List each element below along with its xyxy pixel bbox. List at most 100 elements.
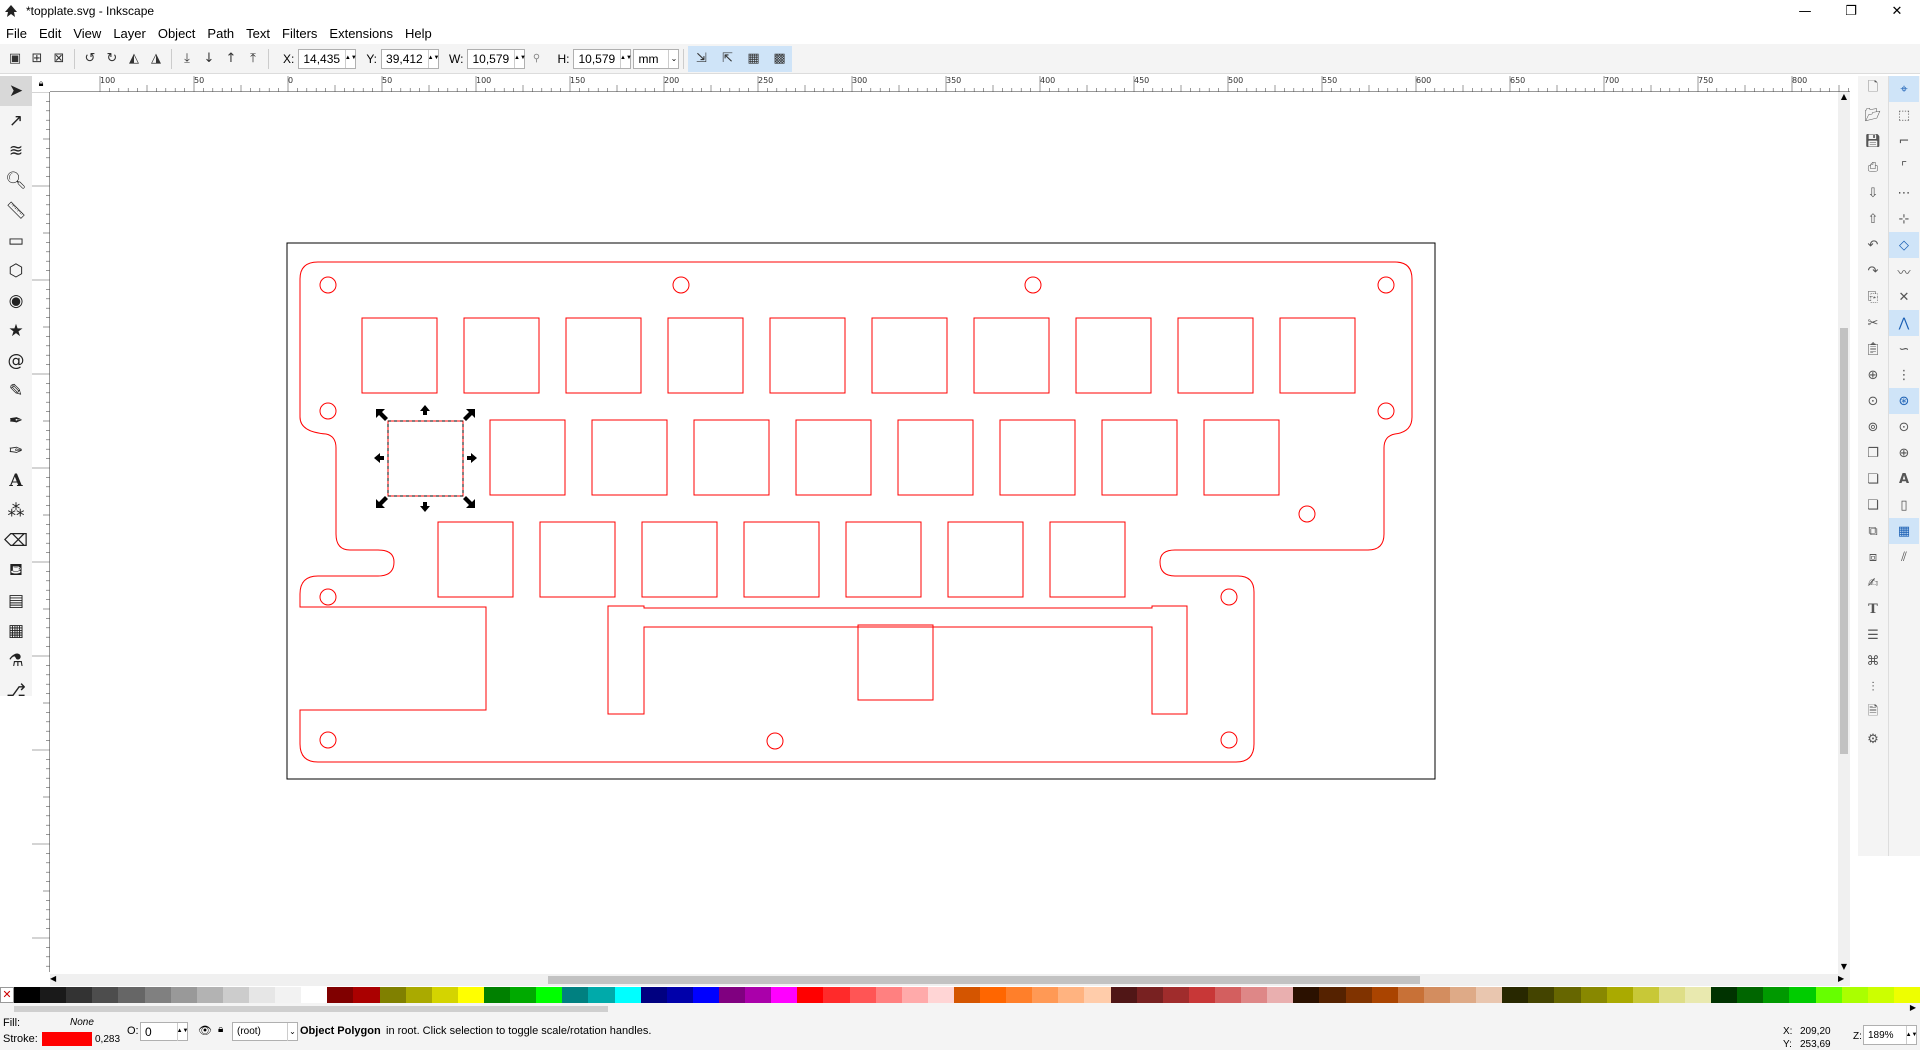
text-tool-icon[interactable]: A xyxy=(0,466,32,496)
h-stepper[interactable]: ▲▼ xyxy=(620,49,632,68)
save-icon[interactable]: 💾︎ xyxy=(1858,128,1888,154)
color-swatch[interactable] xyxy=(457,987,484,1003)
color-swatch[interactable] xyxy=(692,987,719,1003)
h-input[interactable]: 10,579 ▲▼ xyxy=(573,48,632,69)
raise-to-top-icon[interactable]: ⤒ xyxy=(242,48,264,70)
raise-icon[interactable]: ↑ xyxy=(220,48,242,70)
rectangle-tool-icon[interactable]: ▭ xyxy=(0,226,32,256)
snap-bbox-icon[interactable]: ⬚ xyxy=(1889,102,1919,128)
scroll-left-icon[interactable]: ◀ xyxy=(50,974,62,986)
horizontal-scroll-thumb[interactable] xyxy=(548,976,1420,984)
snap-bbox-midpoint-icon[interactable]: ⋯ xyxy=(1889,180,1919,206)
scroll-down-icon[interactable]: ▼ xyxy=(1838,962,1850,974)
layer-select[interactable]: (root) ⌄ xyxy=(232,1022,298,1041)
snap-cusp-icon[interactable]: ⋀ xyxy=(1889,310,1919,336)
color-swatch[interactable] xyxy=(1293,987,1320,1003)
align-distribute-icon[interactable]: ⫶ xyxy=(1858,674,1888,700)
color-swatch[interactable] xyxy=(1580,987,1607,1003)
color-swatch[interactable] xyxy=(327,987,354,1003)
menu-file[interactable]: File xyxy=(0,26,33,41)
select-all-layers-icon[interactable]: ⊞ xyxy=(26,48,48,70)
gradient-tool-icon[interactable]: ▤ xyxy=(0,586,32,616)
zoom-page-icon[interactable]: ⊚ xyxy=(1858,414,1888,440)
color-swatch[interactable] xyxy=(536,987,563,1003)
color-swatch[interactable] xyxy=(1815,987,1842,1003)
unit-select[interactable]: mm ⌄ xyxy=(633,48,680,69)
transform-gradients-icon[interactable]: ▦ xyxy=(740,45,767,72)
menu-view[interactable]: View xyxy=(67,26,107,41)
calligraphy-tool-icon[interactable]: ✑ xyxy=(0,436,32,466)
snap-grid-icon[interactable]: ▦ xyxy=(1889,518,1919,544)
snap-page-border-icon[interactable]: ▯ xyxy=(1889,492,1919,518)
snap-bbox-corner-icon[interactable]: ⌜ xyxy=(1889,154,1919,180)
snap-center-icon[interactable]: ⊙ xyxy=(1889,414,1919,440)
spiral-tool-icon[interactable]: @ xyxy=(0,346,32,376)
scale-stroke-icon[interactable]: ⇲ xyxy=(688,45,715,72)
color-swatch[interactable] xyxy=(510,987,537,1003)
unlink-clone-icon[interactable]: ❑ xyxy=(1858,492,1888,518)
color-swatch[interactable] xyxy=(718,987,746,1003)
eye-icon[interactable]: 👁︎ xyxy=(198,1024,212,1037)
w-input[interactable]: 10,579 ▲▼ xyxy=(467,48,526,69)
node-tool-icon[interactable]: ↗ xyxy=(0,106,32,136)
ellipse-tool-icon[interactable]: ◉ xyxy=(0,286,32,316)
flip-horizontal-icon[interactable]: ◭ xyxy=(123,48,145,70)
pencil-tool-icon[interactable]: ✎ xyxy=(0,376,32,406)
stroke-width[interactable]: 0,283 xyxy=(95,1034,120,1045)
color-swatch[interactable] xyxy=(14,987,41,1003)
menu-text[interactable]: Text xyxy=(240,26,276,41)
paint-bucket-tool-icon[interactable]: ⛾ xyxy=(0,556,32,586)
eraser-tool-icon[interactable]: ⌫ xyxy=(0,526,32,556)
color-swatch[interactable] xyxy=(248,987,276,1003)
color-swatch[interactable] xyxy=(771,987,798,1003)
color-swatch[interactable] xyxy=(1136,987,1163,1003)
color-swatch[interactable] xyxy=(1371,987,1398,1003)
dropper-tool-icon[interactable]: ⚗ xyxy=(0,646,32,676)
snap-rotation-center-icon[interactable]: ⊕ xyxy=(1889,440,1919,466)
transform-patterns-icon[interactable]: ▩ xyxy=(766,45,793,72)
snap-guides-icon[interactable]: ⫽ xyxy=(1889,544,1919,570)
color-swatch[interactable] xyxy=(1423,987,1451,1003)
rotate-cw-icon[interactable]: ↻ xyxy=(101,48,123,70)
menu-edit[interactable]: Edit xyxy=(33,26,67,41)
color-swatch[interactable] xyxy=(640,987,667,1003)
color-swatch[interactable] xyxy=(1345,987,1372,1003)
lower-icon[interactable]: ↓ xyxy=(198,48,220,70)
ungroup-icon[interactable]: ⧈ xyxy=(1858,544,1888,570)
color-swatch[interactable] xyxy=(1476,987,1503,1003)
connector-tool-icon[interactable]: ⎇ xyxy=(0,676,32,706)
snap-smooth-icon[interactable]: ∽ xyxy=(1889,336,1919,362)
color-swatch[interactable] xyxy=(1711,987,1738,1003)
color-swatch[interactable] xyxy=(1685,987,1712,1003)
stroke-swatch[interactable] xyxy=(42,1032,92,1046)
color-swatch[interactable] xyxy=(92,987,119,1003)
y-input[interactable]: 39,412 ▲▼ xyxy=(381,48,439,69)
snap-others-icon[interactable]: ⊛ xyxy=(1889,388,1919,414)
palette-scrollbar[interactable]: ▶ xyxy=(0,1003,1920,1015)
scale-corners-icon[interactable]: ⇱ xyxy=(714,45,741,72)
snap-bbox-center-icon[interactable]: ⊹ xyxy=(1889,206,1919,232)
paste-icon[interactable]: 📋︎ xyxy=(1858,336,1888,362)
select-all-icon[interactable]: ▣ xyxy=(4,48,26,70)
zoom-stepper[interactable]: ▲▼ xyxy=(1906,1026,1917,1044)
zoom-selection-icon[interactable]: ⊕ xyxy=(1858,362,1888,388)
menu-filters[interactable]: Filters xyxy=(276,26,323,41)
minimize-button[interactable]: — xyxy=(1782,0,1828,22)
color-swatch[interactable] xyxy=(1006,987,1033,1003)
pen-tool-icon[interactable]: ✒ xyxy=(0,406,32,436)
color-swatch[interactable] xyxy=(1502,987,1529,1003)
lock-icon[interactable]: 🔒︎ xyxy=(218,1024,223,1035)
3d-box-tool-icon[interactable]: ⬡ xyxy=(0,256,32,286)
opacity-input[interactable]: 0 ▲▼ xyxy=(140,1022,188,1041)
color-swatch[interactable] xyxy=(1893,987,1920,1003)
snap-intersections-icon[interactable]: ✕ xyxy=(1889,284,1919,310)
group-icon[interactable]: ⧉ xyxy=(1858,518,1888,544)
color-swatch[interactable] xyxy=(1528,987,1555,1003)
color-swatch[interactable] xyxy=(483,987,511,1003)
color-swatch[interactable] xyxy=(1554,987,1581,1003)
menu-path[interactable]: Path xyxy=(201,26,240,41)
import-icon[interactable]: ⇩ xyxy=(1858,180,1888,206)
vertical-scrollbar[interactable]: ▲ ▼ xyxy=(1838,92,1850,974)
flip-vertical-icon[interactable]: ◮ xyxy=(145,48,167,70)
scroll-right-icon[interactable]: ▶ xyxy=(1838,974,1850,986)
